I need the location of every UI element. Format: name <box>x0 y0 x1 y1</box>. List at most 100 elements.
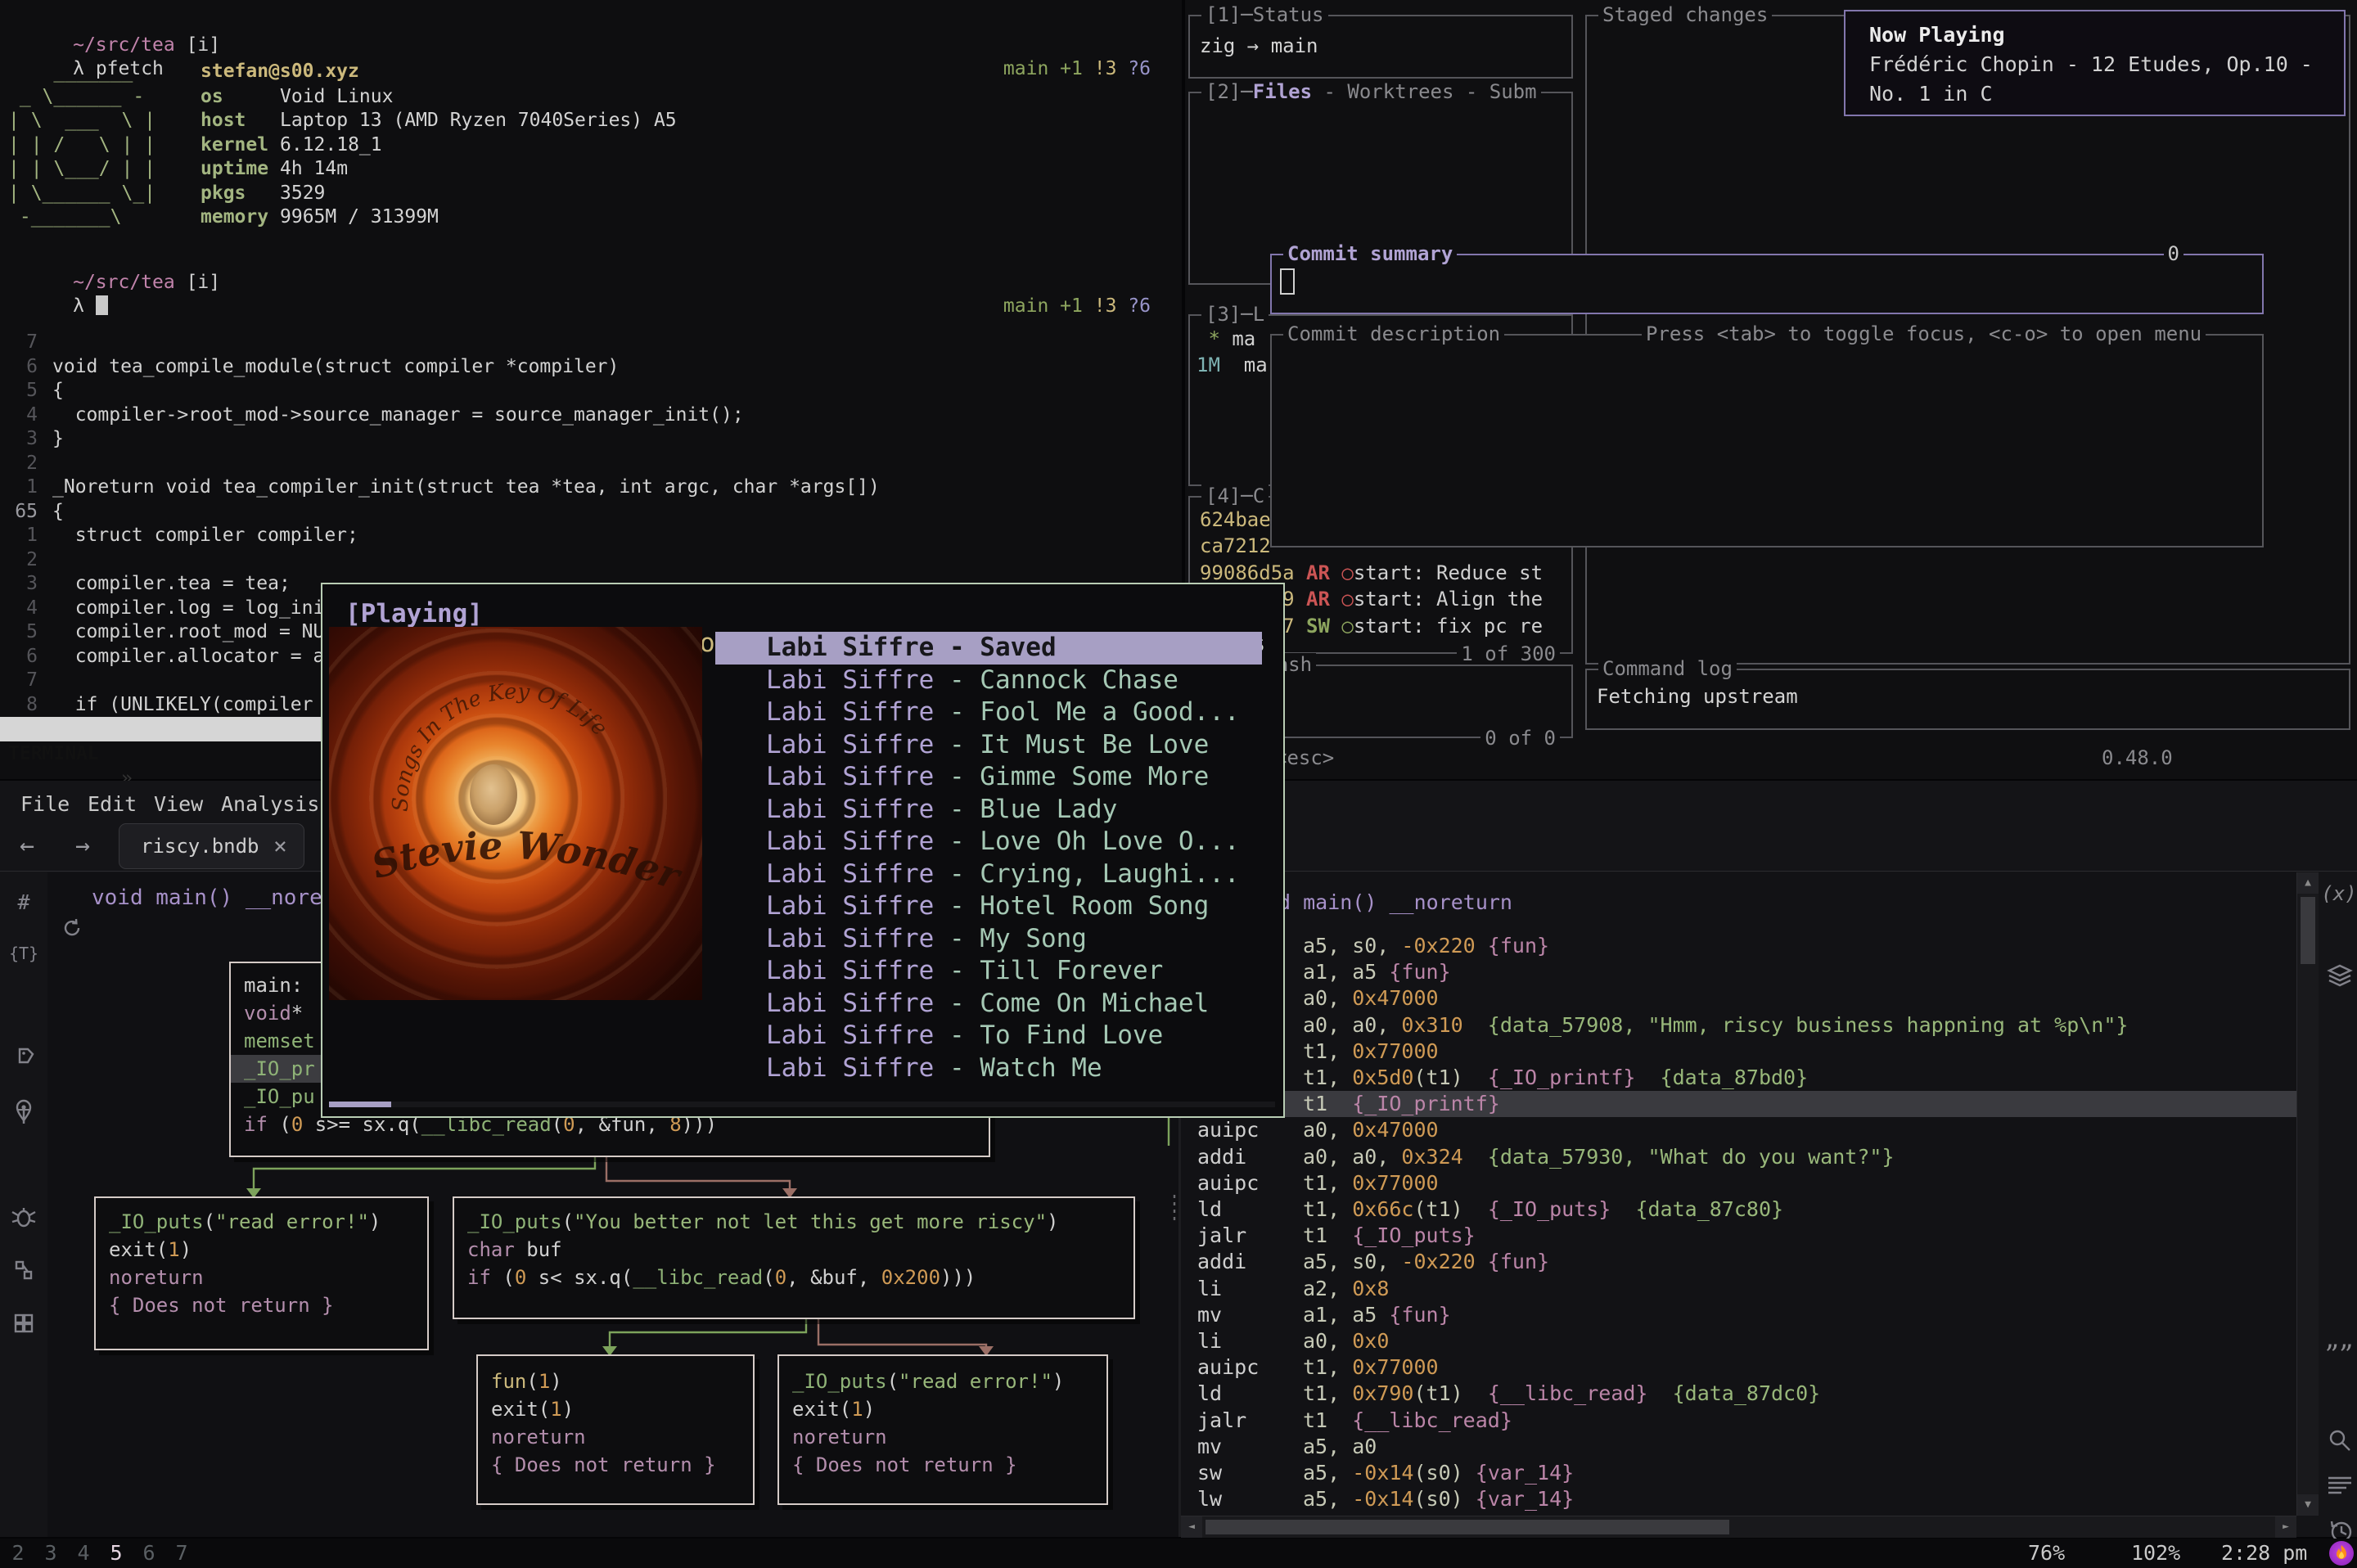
battery-percent: 102% <box>2131 1541 2180 1565</box>
commit-summary-charcount: 0 <box>2164 242 2183 265</box>
code-line: 7 <box>0 331 1182 355</box>
gitui-command-log-title: Command log <box>1598 657 1737 680</box>
playlist-item[interactable]: Labi Siffre - Fool Me a Good... <box>715 696 1262 729</box>
desktop: ~/src/tea [i] λ pfetch main +1 !3 ?6 ___… <box>0 0 2357 1568</box>
cfg-node-riscy[interactable]: _IO_puts("You better not let this get mo… <box>453 1196 1135 1319</box>
git-modified: !3 <box>1094 58 1117 79</box>
notification-line2: No. 1 in C <box>1869 82 1993 106</box>
cfg-node-line: _IO_puts("You better not let this get mo… <box>454 1208 1133 1236</box>
gitui-commits-title: [4]─C <box>1201 484 1269 507</box>
notification-title: Now Playing <box>1869 23 2005 47</box>
cfg-node-line: noreturn <box>478 1423 753 1451</box>
tray-app-icon[interactable] <box>2329 1541 2354 1566</box>
album-arc-text: Songs In The Key Of Life <box>389 679 612 812</box>
playlist-item[interactable]: Labi Siffre - Till Forever <box>715 955 1262 988</box>
pfetch-ascii-logo: _______ _ \______ - | \ ___ \ | | | / \ … <box>8 61 155 230</box>
cfg-node-line: char buf <box>454 1236 1133 1264</box>
playlist-item[interactable]: Labi Siffre - Blue Lady <box>715 794 1262 827</box>
list-item[interactable]: * ma <box>1197 326 1268 352</box>
workspace-6[interactable]: 6 <box>133 1541 165 1565</box>
code-line: 6void tea_compile_module(struct compiler… <box>0 355 1182 380</box>
gitui-stash-counter: 0 of 0 <box>1480 727 1560 750</box>
gitui-commits-counter: 1 of 300 <box>1457 642 1560 665</box>
commit-description-hint: Press <tab> to toggle focus, <c-o> to op… <box>1642 322 2206 345</box>
pfetch-entry: pkgs3529 <box>201 182 677 206</box>
branch-list[interactable]: * ma1M ma <box>1197 326 1268 379</box>
cfg-node-read-error-1[interactable]: _IO_puts("read error!")exit(1)noreturn{ … <box>94 1196 429 1350</box>
svg-text:Stevie Wonder: Stevie Wonder <box>367 823 688 899</box>
commit-summary-title: Commit summary <box>1283 242 1457 265</box>
playlist-item[interactable]: Labi Siffre - Hotel Room Song <box>715 890 1262 923</box>
playlist-item[interactable]: Labi Siffre - My Song <box>715 923 1262 956</box>
code-line: 2 <box>0 452 1182 476</box>
playlist-item[interactable]: Labi Siffre - Watch Me <box>715 1052 1262 1085</box>
cfg-node-line: exit(1) <box>779 1395 1106 1423</box>
pfetch-entry: hostLaptop 13 (AMD Ryzen 7040Series) A5 <box>201 109 677 133</box>
workspace-4[interactable]: 4 <box>67 1541 100 1565</box>
clock-time: 2:28 pm <box>2221 1541 2307 1565</box>
playlist-item[interactable]: Labi Siffre - Cannock Chase <box>715 665 1262 697</box>
workspace-5[interactable]: 5 <box>100 1541 133 1565</box>
cfg-node-line: { Does not return } <box>779 1451 1106 1479</box>
code-line: 65{ <box>0 500 1182 525</box>
gitui-files-title: [2]─Files - Worktrees - Subm <box>1201 80 1541 103</box>
gitui-staged-title: Staged changes <box>1598 3 1772 26</box>
lambda-prompt: λ <box>73 295 84 317</box>
prompt-marker: [i] <box>187 272 221 293</box>
code-line: 1_Noreturn void tea_compiler_init(struct… <box>0 475 1182 500</box>
cfg-node-fun-exit[interactable]: fun(1)exit(1)noreturn{ Does not return } <box>476 1354 755 1505</box>
git-status-segment: main +1 !3 ?6 <box>935 37 1151 101</box>
album-art: Songs In The Key Of Life Stevie Wonder <box>329 627 702 1000</box>
statusline-mode: TERMINAL <box>8 741 99 766</box>
progress-bar[interactable] <box>329 1102 1275 1107</box>
playlist-item[interactable]: Labi Siffre - It Must Be Love <box>715 729 1262 762</box>
playlist-item[interactable]: Labi Siffre - Saved <box>715 632 1262 665</box>
taskbar: 234567 76% 102% 2:28 pm <box>0 1539 2357 1568</box>
album-main-text: Stevie Wonder <box>367 823 688 899</box>
commit-description-input[interactable]: Commit description Press <tab> to toggle… <box>1270 334 2264 547</box>
cfg-node-line: _IO_puts("read error!") <box>96 1208 427 1236</box>
gitui-branches-title: [3]─L <box>1201 303 1269 326</box>
pfetch-entry: osVoid Linux <box>201 85 677 110</box>
cfg-node-line: exit(1) <box>478 1395 753 1423</box>
code-line: 3} <box>0 427 1182 452</box>
player-state: [Playing] <box>345 599 483 629</box>
cfg-node-line: { Does not return } <box>478 1451 753 1479</box>
pfetch-info: osVoid LinuxhostLaptop 13 (AMD Ryzen 704… <box>201 85 677 230</box>
music-player-window: [Playing] opin - 12 Etudes, Op.10 - Vol:… <box>321 583 1285 1118</box>
workspace-2[interactable]: 2 <box>2 1541 34 1565</box>
gitui-status-panel[interactable]: [1]─Status zig → main <box>1188 15 1573 79</box>
cfg-node-line: noreturn <box>96 1264 427 1291</box>
code-line: 1 struct compiler compiler; <box>0 524 1182 548</box>
playlist-item[interactable]: Labi Siffre - Come On Michael <box>715 988 1262 1021</box>
svg-text:Songs In The Key Of Life: Songs In The Key Of Life <box>389 679 612 812</box>
playlist-item[interactable]: Labi Siffre - Gimme Some More <box>715 761 1262 794</box>
workspace-7[interactable]: 7 <box>165 1541 198 1565</box>
playlist-item[interactable]: Labi Siffre - To Find Love <box>715 1020 1262 1052</box>
cfg-node-line: { Does not return } <box>96 1291 427 1319</box>
gitui-branch-status: zig → main <box>1200 34 1318 57</box>
workspace-switcher[interactable]: 234567 <box>2 1541 198 1565</box>
gitui-version: 0.48.0 <box>2102 746 2173 769</box>
playlist-item[interactable]: Labi Siffre - Crying, Laughi... <box>715 858 1262 891</box>
gitui-status-title: [1]─Status <box>1201 3 1328 26</box>
command-line-2[interactable]: λ <box>5 274 108 338</box>
cfg-node-line: _IO_puts("read error!") <box>779 1367 1106 1395</box>
commit-summary-cursor <box>1280 268 1295 295</box>
cfg-node-line: fun(1) <box>478 1367 753 1395</box>
pfetch-entry: memory9965M / 31399M <box>201 205 677 230</box>
git-staged: +1 <box>1060 58 1083 79</box>
now-playing-notification[interactable]: Now Playing Frédéric Chopin - 12 Etudes,… <box>1844 10 2346 116</box>
gitui-command-log-panel: Command log Fetching upstream <box>1585 669 2350 730</box>
terminal-cursor <box>96 295 108 315</box>
playlist-item[interactable]: Labi Siffre - Love Oh Love O... <box>715 826 1262 858</box>
volume-percent: 76% <box>2028 1541 2065 1565</box>
list-item[interactable]: 1M ma <box>1197 352 1268 378</box>
cfg-node-read-error-2[interactable]: _IO_puts("read error!")exit(1)noreturn{ … <box>777 1354 1108 1505</box>
commit-summary-input[interactable]: Commit summary 0 <box>1270 254 2264 314</box>
cfg-node-line: noreturn <box>779 1423 1106 1451</box>
pfetch-entry: kernel6.12.18_1 <box>201 133 677 158</box>
git-branch: main <box>1003 58 1048 79</box>
workspace-3[interactable]: 3 <box>34 1541 67 1565</box>
prompt-marker: [i] <box>187 34 221 56</box>
